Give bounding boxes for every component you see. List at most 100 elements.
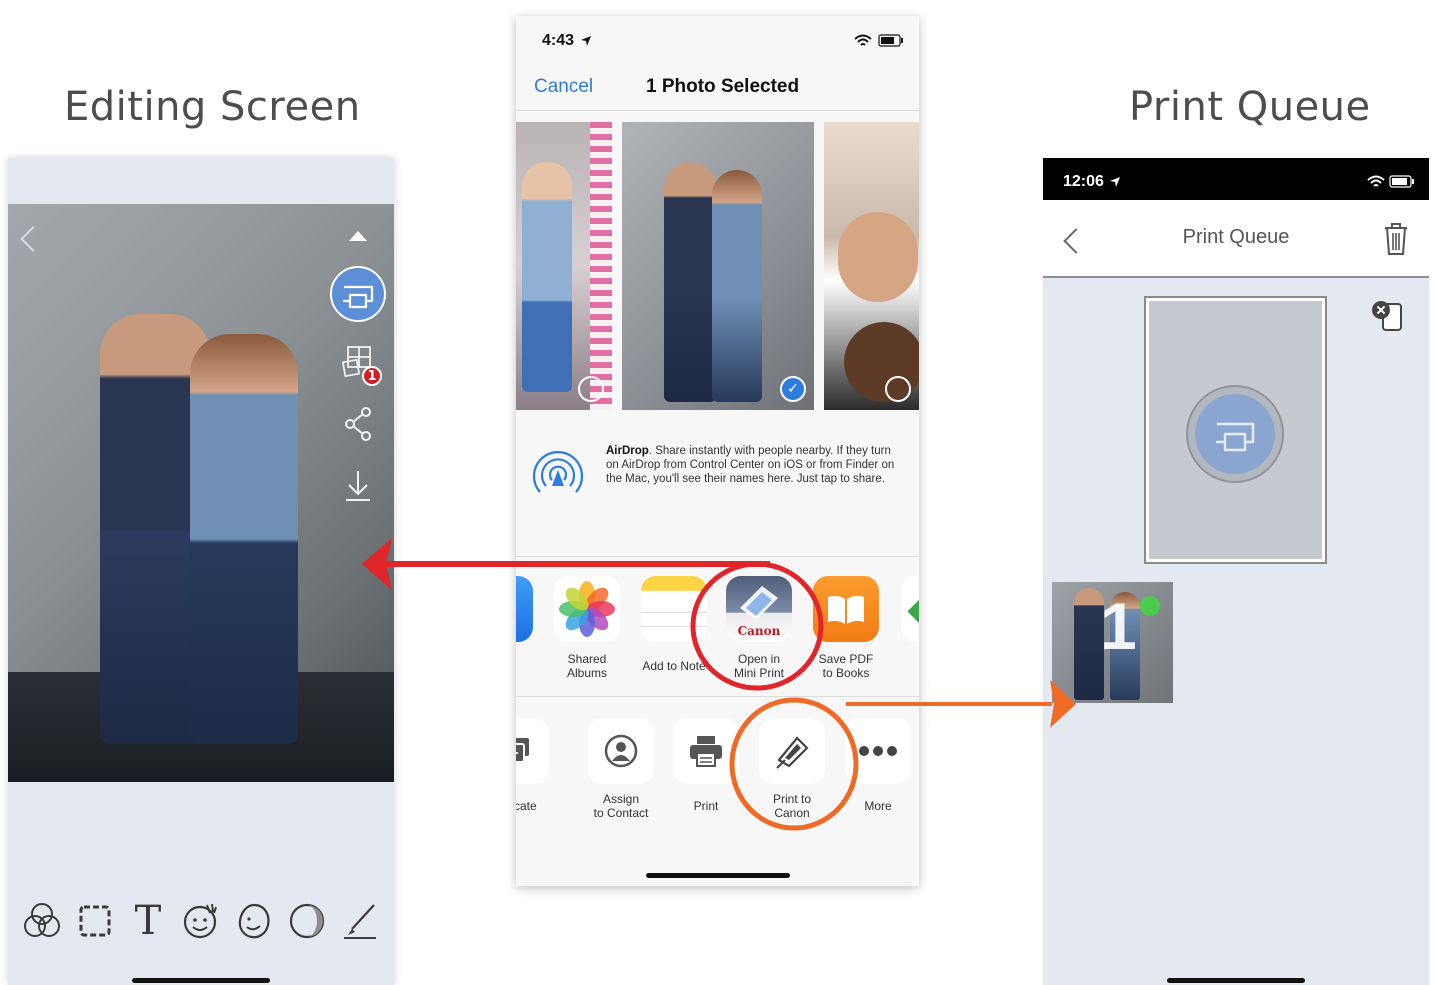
print-button[interactable]: [1186, 385, 1284, 483]
print-preview: [1149, 301, 1322, 559]
airdrop-description: AirDrop. Share instantly with people nea…: [606, 444, 904, 486]
share-sheet: 4:43 Cancel 1 Photo Selected ✓ AirDrop. …: [516, 16, 919, 886]
filter-tool[interactable]: [20, 899, 64, 943]
collage-count-badge: 1: [362, 366, 382, 386]
frame-tool[interactable]: [73, 899, 117, 943]
location-arrow-icon: [1110, 177, 1120, 187]
collapse-icon[interactable]: [349, 231, 367, 241]
print-button[interactable]: [330, 266, 386, 322]
app-save-pdf-to-books[interactable]: Save PDF to Books: [806, 576, 886, 680]
printer-connection-icon[interactable]: [1369, 298, 1409, 334]
airdrop-body: . Share instantly with people nearby. If…: [606, 445, 895, 485]
home-indicator: [646, 873, 790, 878]
queue-item-number: 1: [1100, 589, 1137, 663]
app-label: Shared Albums: [566, 652, 607, 680]
share-button[interactable]: [338, 404, 378, 444]
photo-person-woman: [190, 334, 298, 744]
wifi-icon: [854, 34, 872, 46]
adjust-icon: [289, 903, 325, 939]
home-indicator: [1167, 978, 1305, 983]
print-icon: [1215, 422, 1255, 452]
trash-icon[interactable]: [1383, 222, 1409, 256]
action-duplicate[interactable]: uplicate: [516, 718, 558, 813]
action-label: Print to Canon: [772, 792, 811, 820]
home-indicator: [132, 978, 270, 983]
print-to-canon-icon: [759, 718, 825, 784]
editing-screen: 1 T: [8, 158, 394, 985]
draw-icon: [344, 904, 376, 939]
action-label: More: [864, 799, 892, 813]
editing-screen-caption: Editing Screen: [64, 84, 361, 130]
photo-thumbnail[interactable]: [516, 122, 612, 410]
action-label: uplicate: [516, 799, 537, 813]
app-open-in-mini-print[interactable]: Canon Open in Mini Print: [719, 576, 799, 680]
text-tool[interactable]: T: [126, 898, 170, 944]
app-add-to-notes[interactable]: Add to Note: [634, 576, 714, 673]
select-circle-icon[interactable]: [578, 376, 604, 402]
location-arrow-icon: [581, 36, 591, 46]
adjust-tool[interactable]: [285, 899, 329, 943]
action-print[interactable]: Print: [664, 718, 748, 813]
download-icon: [346, 471, 370, 501]
action-print-to-canon[interactable]: Print to Canon: [750, 718, 834, 820]
status-bar: 12:06: [1043, 158, 1429, 200]
action-more[interactable]: More: [836, 718, 919, 813]
cancel-button[interactable]: Cancel: [534, 76, 593, 98]
books-icon: [813, 576, 879, 642]
action-label: Print: [693, 799, 719, 813]
app-mail[interactable]: [516, 576, 540, 642]
frame-icon: [79, 905, 111, 937]
app-label: Open in Mini Print: [733, 652, 784, 680]
print-queue-screen: 12:06 Print Queue 1: [1043, 158, 1429, 985]
action-label: Assign to Contact: [593, 792, 649, 820]
app-icon-partial: [901, 576, 919, 642]
section-divider: [516, 696, 919, 697]
contact-icon: [588, 718, 654, 784]
print-queue-caption: Print Queue: [1129, 84, 1371, 130]
more-icon: [845, 718, 911, 784]
mail-icon: [516, 576, 533, 642]
app-label: Save PDF to Books: [818, 652, 874, 680]
printer-icon: [673, 718, 739, 784]
queue-item[interactable]: 1: [1052, 582, 1173, 703]
wifi-icon: [1367, 175, 1385, 187]
action-assign-to-contact[interactable]: Assign to Contact: [579, 718, 663, 820]
app-shared-albums[interactable]: Shared Albums: [547, 576, 627, 680]
selection-title: 1 Photo Selected: [646, 76, 800, 97]
checkmark-icon[interactable]: ✓: [780, 376, 806, 402]
print-preview-frame: [1144, 296, 1327, 564]
beautify-tool[interactable]: [232, 899, 276, 943]
sticker-icon: [183, 903, 217, 939]
select-circle-icon[interactable]: [885, 376, 911, 402]
app-more-partial[interactable]: [894, 576, 919, 642]
status-dot: [1140, 596, 1160, 616]
section-divider: [516, 556, 919, 557]
print-button-inner: [1195, 394, 1275, 474]
photo-thumbnail[interactable]: [824, 122, 919, 410]
notes-icon: [641, 576, 707, 642]
header-divider: [516, 110, 919, 111]
duplicate-icon: [516, 718, 549, 784]
app-label: Add to Note: [642, 659, 706, 673]
navigation-bar: Print Queue: [1043, 200, 1429, 278]
photo-thumbnail-selected[interactable]: ✓: [622, 122, 814, 410]
sticker-tool[interactable]: [179, 899, 223, 943]
canon-brand-label: Canon: [737, 624, 781, 638]
battery-icon: [878, 34, 903, 47]
airdrop-icon: [532, 451, 584, 493]
status-time: 12:06: [1063, 173, 1104, 190]
draw-tool[interactable]: [338, 899, 382, 943]
battery-icon: [1389, 175, 1414, 188]
canon-mini-print-icon: Canon: [726, 576, 792, 642]
status-time: 4:43: [542, 32, 575, 49]
print-icon: [342, 285, 374, 309]
share-icon: [345, 407, 371, 441]
page-title: Print Queue: [1182, 226, 1290, 248]
photos-icon: [554, 576, 620, 642]
editing-toolbar: T: [20, 896, 382, 946]
download-button[interactable]: [338, 466, 378, 506]
airdrop-heading: AirDrop: [606, 445, 649, 457]
filter-icon: [24, 903, 60, 937]
text-icon: T: [134, 898, 162, 944]
beautify-icon: [238, 903, 270, 939]
